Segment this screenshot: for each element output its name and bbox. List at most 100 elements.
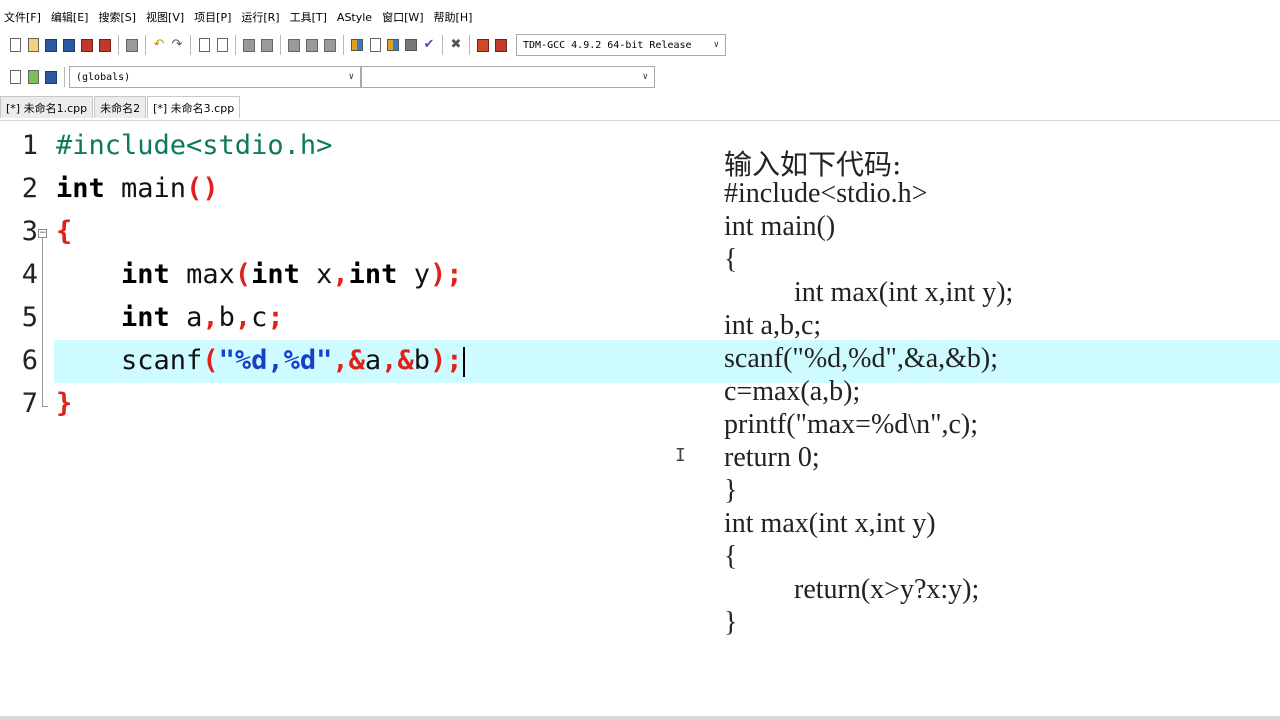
compile-icon[interactable] xyxy=(350,37,364,53)
print-icon[interactable] xyxy=(125,37,139,53)
line-number: 5 xyxy=(21,302,38,333)
overlay-code-line: { xyxy=(724,541,738,572)
identifier: b xyxy=(413,345,430,376)
line-number-gutter: 1 2 3 4 5 6 7 − xyxy=(0,121,54,717)
punctuation: & xyxy=(348,345,365,376)
goto-icon[interactable] xyxy=(26,69,40,85)
fold-end-marker xyxy=(42,406,48,407)
toolbar-divider xyxy=(190,35,191,55)
menu-run[interactable]: 运行[R] xyxy=(241,9,279,25)
menu-help[interactable]: 帮助[H] xyxy=(434,9,473,25)
code-editor[interactable]: 1 2 3 4 5 6 7 − #include<stdio.h> int ma… xyxy=(0,120,1280,717)
overlay-code-line: scanf("%d,%d",&a,&b); xyxy=(724,343,998,374)
punctuation: , xyxy=(381,345,398,376)
profile-chart-icon[interactable] xyxy=(476,37,490,53)
menu-view[interactable]: 视图[V] xyxy=(146,9,184,25)
close-file-icon[interactable] xyxy=(80,37,94,53)
insert-icon[interactable] xyxy=(8,69,22,85)
chevron-down-icon: ∨ xyxy=(348,72,354,82)
line-number: 7 xyxy=(21,388,38,419)
menu-project[interactable]: 项目[P] xyxy=(194,9,231,25)
new-file-icon[interactable] xyxy=(8,37,22,53)
member-select[interactable]: ∨ xyxy=(361,66,655,88)
function-name: scanf xyxy=(121,345,203,376)
toolbar-divider xyxy=(469,35,470,55)
line-number: 3 xyxy=(21,216,38,247)
toolbar-divider xyxy=(118,35,119,55)
menu-window[interactable]: 窗口[W] xyxy=(382,9,423,25)
toolbar-divider xyxy=(442,35,443,55)
save-all-icon[interactable] xyxy=(62,37,76,53)
keyword: int xyxy=(56,173,105,204)
punctuation: ); xyxy=(429,345,463,376)
chevron-down-icon: ∨ xyxy=(713,40,719,50)
toggle-bookmark-icon[interactable] xyxy=(287,37,301,53)
toolbar-divider xyxy=(145,35,146,55)
punctuation: & xyxy=(397,345,414,376)
indent-icon[interactable] xyxy=(242,37,256,53)
find-icon[interactable] xyxy=(197,37,211,53)
close-all-icon[interactable] xyxy=(98,37,112,53)
menu-search[interactable]: 搜索[S] xyxy=(98,9,136,25)
keyword: int xyxy=(121,259,170,290)
stop-icon[interactable]: ✖ xyxy=(449,37,463,53)
class-toolbar: (globals) ∨ ∨ xyxy=(0,63,1280,91)
tab-file-3[interactable]: [*] 未命名3.cpp xyxy=(147,96,241,118)
overlay-code-line: { xyxy=(724,244,738,275)
menu-file[interactable]: 文件[F] xyxy=(4,9,41,25)
overlay-code-line: c=max(a,b); xyxy=(724,376,861,407)
code-line-6: scanf("%d,%d",&a,&b); xyxy=(56,345,466,377)
save-icon[interactable] xyxy=(44,37,58,53)
fold-toggle-icon[interactable]: − xyxy=(38,229,47,238)
punctuation: { xyxy=(56,216,73,247)
menu-edit[interactable]: 编辑[E] xyxy=(51,9,89,25)
compile-run-icon[interactable] xyxy=(386,37,400,53)
scope-select[interactable]: (globals) ∨ xyxy=(69,66,361,88)
code-line-3: { xyxy=(56,216,72,247)
identifier: c xyxy=(251,302,268,333)
replace-icon[interactable] xyxy=(215,37,229,53)
compiler-select[interactable]: TDM-GCC 4.9.2 64-bit Release ∨ xyxy=(516,34,726,56)
text-cursor xyxy=(463,346,466,377)
identifier: a xyxy=(364,345,382,376)
toolbar-divider xyxy=(343,35,344,55)
open-file-icon[interactable] xyxy=(26,37,40,53)
code-line-7: } xyxy=(56,388,72,419)
menu-tools[interactable]: 工具[T] xyxy=(290,9,327,25)
debug-icon[interactable] xyxy=(323,37,337,53)
goto-bookmark-icon[interactable] xyxy=(305,37,319,53)
punctuation: ; xyxy=(267,302,284,333)
tab-file-1[interactable]: [*] 未命名1.cpp xyxy=(0,96,94,118)
string-literal: "%d,%d" xyxy=(218,345,333,376)
toolbar-divider xyxy=(280,35,281,55)
overlay-code-line: return 0; xyxy=(724,442,820,473)
toolbar-divider xyxy=(64,67,65,87)
unindent-icon[interactable] xyxy=(260,37,274,53)
undo-icon[interactable]: ↶ xyxy=(152,37,166,53)
punctuation: ( xyxy=(202,345,219,376)
overlay-code-line: } xyxy=(724,607,738,638)
scope-select-value: (globals) xyxy=(76,71,131,83)
punctuation: , xyxy=(202,302,219,333)
delete-profile-icon[interactable] xyxy=(494,37,508,53)
rebuild-icon[interactable] xyxy=(404,37,418,53)
overlay-code-line: return(x>y?x:y); xyxy=(724,574,980,605)
code-line-5: int a,b,c; xyxy=(56,302,284,333)
toolbar-divider xyxy=(235,35,236,55)
overlay-code-line: printf("max=%d\n",c); xyxy=(724,409,979,440)
run-icon[interactable] xyxy=(368,37,382,53)
overlay-title: 输入如下代码: xyxy=(724,148,902,181)
main-toolbar: ↶ ↷ ✔ ✖ TDM-GCC 4.9.2 64-bit Release ∨ xyxy=(0,31,1280,59)
redo-icon[interactable]: ↷ xyxy=(170,37,184,53)
keyword: int xyxy=(251,259,300,290)
overlay-code-line: int max(int x,int y); xyxy=(724,277,1014,308)
tab-file-2[interactable]: 未命名2 xyxy=(94,96,147,118)
fold-guide xyxy=(42,238,43,406)
bookmark-icon[interactable] xyxy=(44,69,58,85)
identifier: x xyxy=(299,259,333,290)
overlay-code-line: } xyxy=(724,475,738,506)
menu-astyle[interactable]: AStyle xyxy=(337,11,372,24)
check-syntax-icon[interactable]: ✔ xyxy=(422,37,436,53)
punctuation: , xyxy=(234,302,252,333)
